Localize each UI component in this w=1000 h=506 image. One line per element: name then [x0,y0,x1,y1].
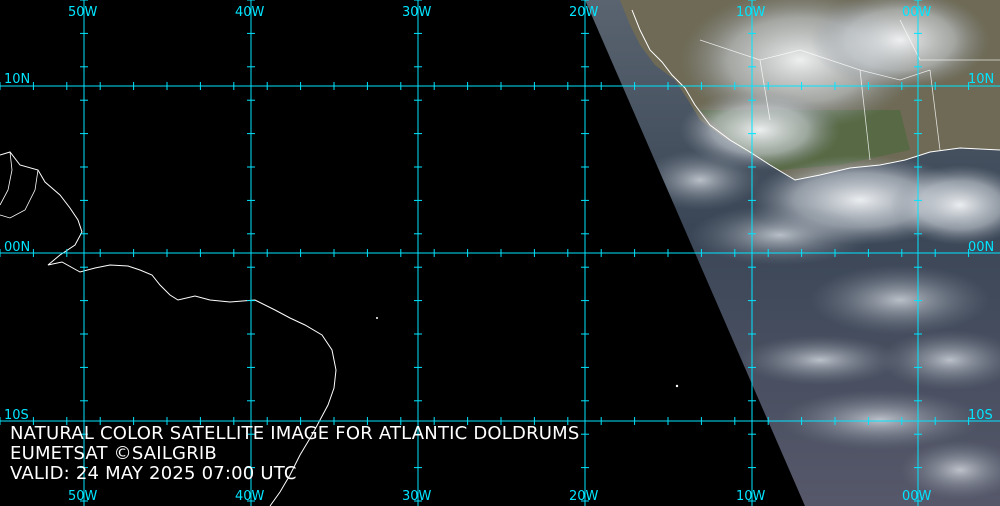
lon-label-bottom: 10W [736,489,766,504]
lat-label-right: 00N [968,240,994,255]
latitude-labels-left: 10N 00N 10S [4,72,30,423]
caption-title: NATURAL COLOR SATELLITE IMAGE FOR ATLANT… [10,423,580,444]
lon-label-top: 10W [736,5,766,20]
caption-credit: EUMETSAT ©SAILGRIB [10,443,217,464]
lon-label-bottom: 30W [402,489,432,504]
lon-label-bottom: 00W [902,489,932,504]
lon-label-top: 40W [235,5,265,20]
caption-valid-time: VALID: 24 MAY 2025 07:00 UTC [10,463,297,484]
lon-label-top: 20W [569,5,599,20]
lat-label-left: 00N [4,240,30,255]
lon-label-top: 00W [902,5,932,20]
lon-label-bottom: 50W [68,489,98,504]
lat-label-right: 10S [968,408,993,423]
lon-label-top: 30W [402,5,432,20]
lon-label-bottom: 20W [569,489,599,504]
lon-label-bottom: 40W [235,489,265,504]
lat-label-right: 10N [968,72,994,87]
lat-label-left: 10N [4,72,30,87]
lat-label-left: 10S [4,408,29,423]
lon-label-top: 50W [68,5,98,20]
